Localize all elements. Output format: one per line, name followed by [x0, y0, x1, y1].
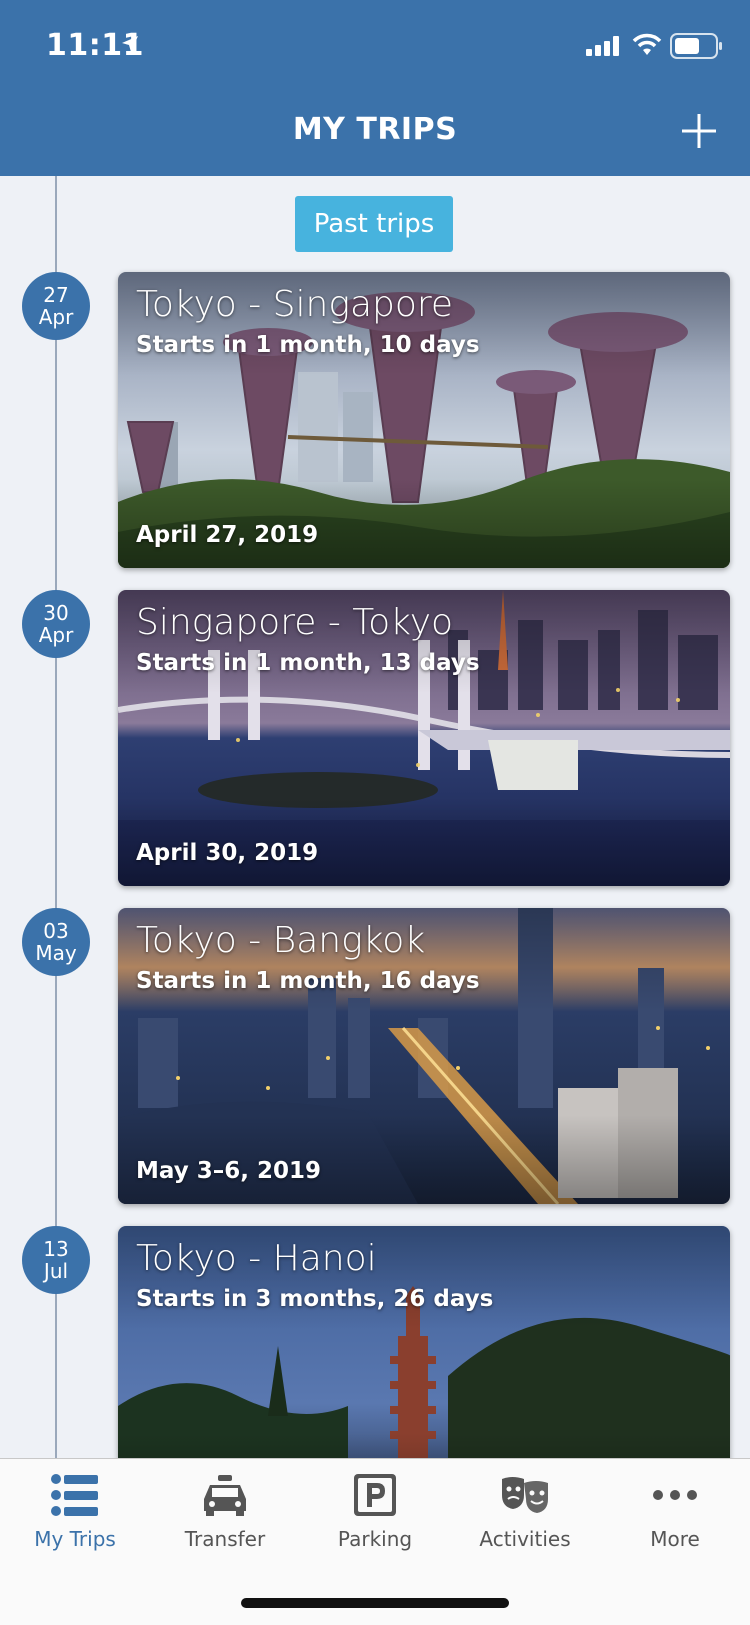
- tab-label: More: [650, 1527, 700, 1551]
- trip-date: May 3–6, 2019: [136, 1158, 321, 1184]
- trip-card[interactable]: Tokyo - Bangkok Starts in 1 month, 16 da…: [118, 908, 730, 1204]
- car-icon: [204, 1475, 246, 1516]
- tab-my-trips[interactable]: My Trips: [0, 1473, 150, 1573]
- badge-month: Apr: [38, 305, 74, 329]
- trip-title: Tokyo - Hanoi: [136, 1238, 377, 1279]
- battery-icon: [670, 33, 722, 59]
- trip-starts-in: Starts in 1 month, 13 days: [136, 650, 480, 676]
- trip-starts-in: Starts in 3 months, 26 days: [136, 1286, 494, 1312]
- tab-parking[interactable]: Parking: [300, 1473, 450, 1573]
- tab-activities[interactable]: Activities: [450, 1473, 600, 1573]
- header: 11:11 MY TRIPS: [0, 0, 750, 176]
- trip-title: Singapore - Tokyo: [136, 602, 454, 643]
- trip-date-badge: 27 Apr: [22, 272, 90, 340]
- trip-title: Tokyo - Bangkok: [136, 920, 426, 961]
- badge-day: 27: [43, 283, 69, 307]
- past-trips-button[interactable]: Past trips: [295, 196, 453, 252]
- wifi-icon: [632, 33, 662, 55]
- cellular-signal-icon: [586, 36, 619, 56]
- trip-starts-in: Starts in 1 month, 10 days: [136, 332, 480, 358]
- add-trip-button[interactable]: [680, 112, 718, 150]
- trip-date-badge: 13 Jul: [22, 1226, 90, 1294]
- badge-month: Apr: [38, 623, 74, 647]
- trip-date: April 27, 2019: [136, 522, 319, 548]
- trip-starts-in: Starts in 1 month, 16 days: [136, 968, 480, 994]
- more-dots-icon: [653, 1490, 697, 1500]
- trip-card[interactable]: Tokyo - Singapore Starts in 1 month, 10 …: [118, 272, 730, 568]
- tab-transfer[interactable]: Transfer: [150, 1473, 300, 1573]
- trip-card[interactable]: Singapore - Tokyo Starts in 1 month, 13 …: [118, 590, 730, 886]
- trip-date-badge: 03 May: [22, 908, 90, 976]
- tab-label: Parking: [337, 1527, 413, 1551]
- badge-month: Jul: [43, 1259, 69, 1283]
- badge-month: May: [35, 941, 77, 965]
- theater-masks-icon: [502, 1477, 548, 1513]
- parking-icon: [354, 1474, 396, 1516]
- location-arrow-icon: [122, 36, 138, 52]
- tab-label: Transfer: [184, 1527, 266, 1551]
- badge-day: 13: [43, 1237, 69, 1261]
- badge-day: 03: [43, 919, 69, 943]
- tab-label: Activities: [479, 1527, 571, 1551]
- home-indicator[interactable]: [241, 1598, 509, 1608]
- list-icon: [51, 1474, 98, 1516]
- tab-more[interactable]: More: [600, 1473, 750, 1573]
- page-title: MY TRIPS: [292, 112, 458, 147]
- trip-date-badge: 30 Apr: [22, 590, 90, 658]
- badge-day: 30: [43, 601, 69, 625]
- tab-label: My Trips: [34, 1527, 116, 1551]
- trip-date: April 30, 2019: [136, 840, 319, 866]
- trip-title: Tokyo - Singapore: [136, 284, 454, 325]
